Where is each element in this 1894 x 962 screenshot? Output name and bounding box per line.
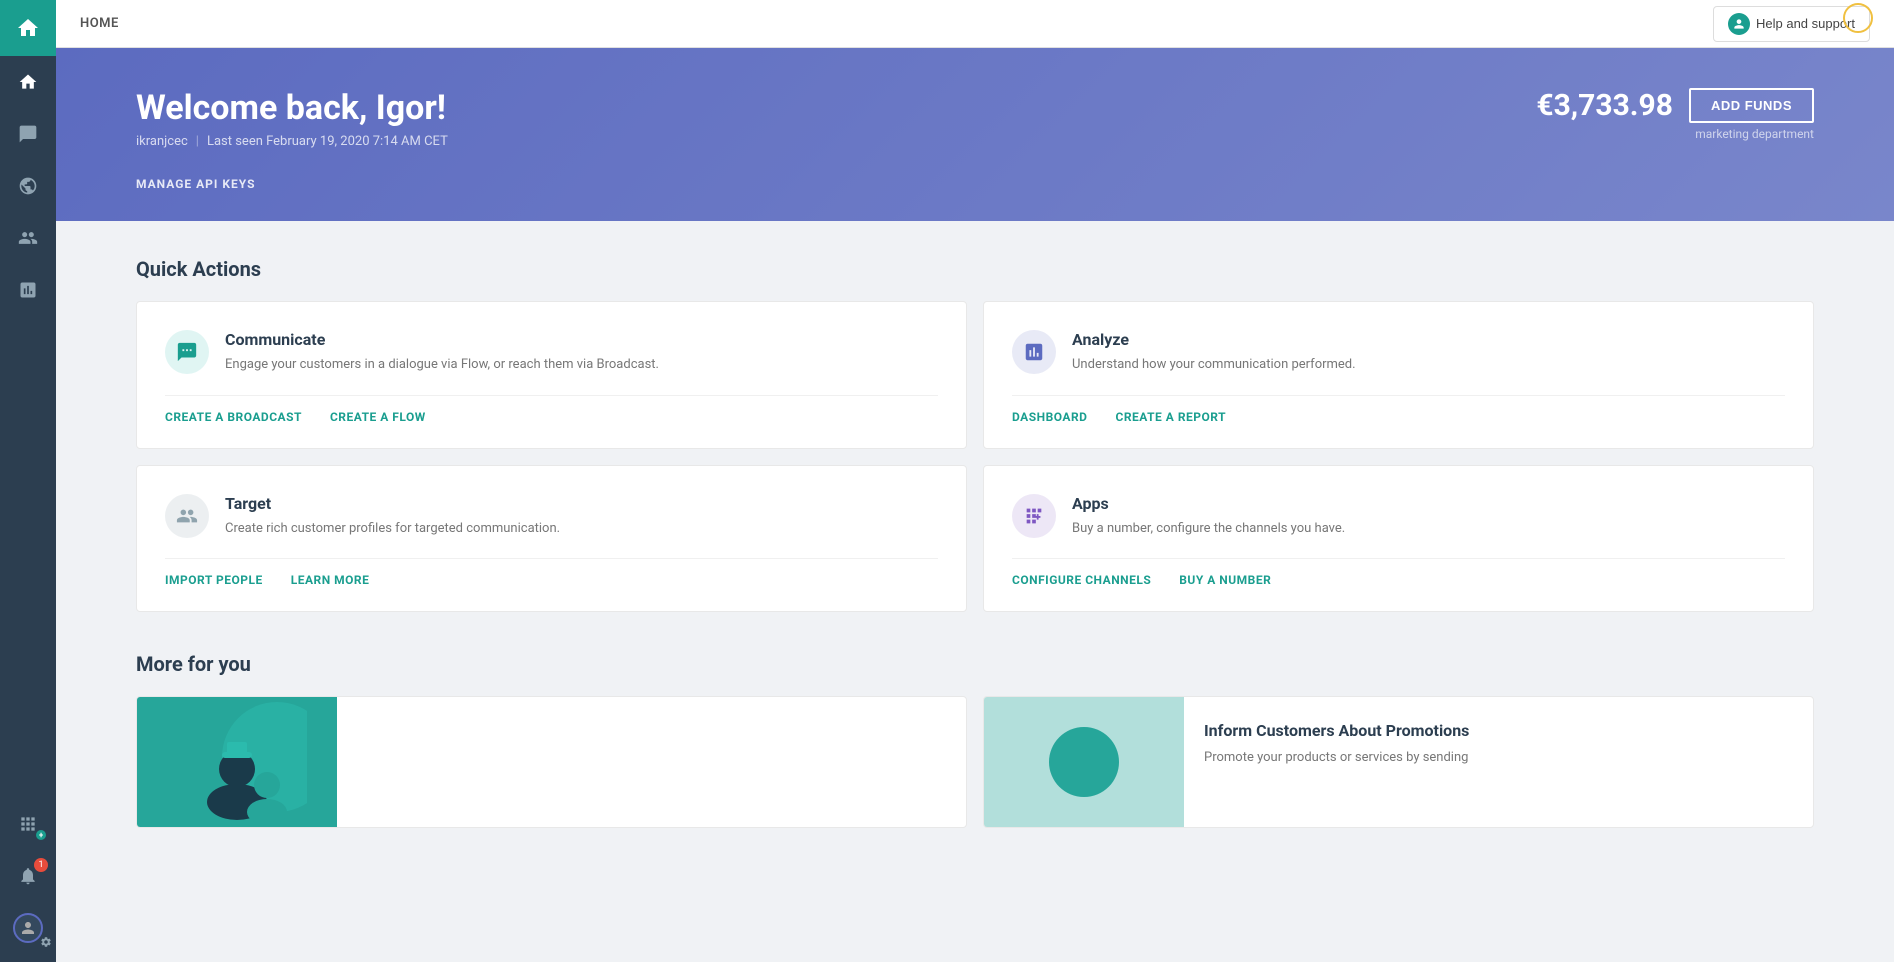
promotions-title: Inform Customers About Promotions xyxy=(1204,721,1793,740)
sidebar: + 1 xyxy=(0,0,56,962)
department-label: marketing department xyxy=(1695,127,1814,141)
buy-number-link[interactable]: BUY A NUMBER xyxy=(1179,573,1271,587)
sidebar-item-messages[interactable] xyxy=(0,108,56,160)
more-card-promotions-content: Inform Customers About Promotions Promot… xyxy=(1184,697,1813,827)
apps-desc: Buy a number, configure the channels you… xyxy=(1072,519,1345,539)
more-card-right-image xyxy=(984,697,1184,827)
sidebar-item-apps[interactable]: + xyxy=(0,798,56,850)
dashboard-link[interactable]: DASHBOARD xyxy=(1012,410,1087,424)
more-card-promotions: Inform Customers About Promotions Promot… xyxy=(983,696,1814,828)
communicate-icon xyxy=(165,330,209,374)
sidebar-item-analytics[interactable] xyxy=(0,264,56,316)
welcome-message: Welcome back, Igor! xyxy=(136,88,448,128)
configure-channels-link[interactable]: CONFIGURE CHANNELS xyxy=(1012,573,1151,587)
sidebar-logo[interactable] xyxy=(0,0,56,56)
create-broadcast-link[interactable]: CREATE A BROADCAST xyxy=(165,410,302,424)
apps-icon xyxy=(1012,494,1056,538)
more-card-left-content xyxy=(337,697,966,827)
analyze-desc: Understand how your communication perfor… xyxy=(1072,355,1356,375)
sidebar-item-notifications[interactable]: 1 xyxy=(0,850,56,902)
help-button-label: Help and support xyxy=(1756,16,1855,31)
target-desc: Create rich customer profiles for target… xyxy=(225,519,560,539)
add-funds-button[interactable]: ADD FUNDS xyxy=(1689,88,1814,123)
sidebar-item-globe[interactable] xyxy=(0,160,56,212)
main-content: HOME Help and support Welcome back, Igor… xyxy=(56,0,1894,962)
analyze-title: Analyze xyxy=(1072,330,1356,349)
last-seen: Last seen February 19, 2020 7:14 AM CET xyxy=(207,134,448,149)
topbar: HOME Help and support xyxy=(56,0,1894,48)
quick-actions-title: Quick Actions xyxy=(136,257,1814,281)
analyze-icon xyxy=(1012,330,1056,374)
analyze-card: Analyze Understand how your communicatio… xyxy=(983,301,1814,449)
promotions-desc: Promote your products or services by sen… xyxy=(1204,748,1793,768)
username: ikranjcec xyxy=(136,134,188,149)
more-card-left-image xyxy=(137,697,337,827)
target-card: Target Create rich customer profiles for… xyxy=(136,465,967,613)
more-for-you-title: More for you xyxy=(136,652,1814,676)
target-icon xyxy=(165,494,209,538)
page-content: Quick Actions Communicate Engage your cu… xyxy=(56,221,1894,962)
manage-api-keys-link[interactable]: MANAGE API KEYS xyxy=(136,177,1814,191)
learn-more-link[interactable]: LEARN MORE xyxy=(291,573,370,587)
quick-actions-grid: Communicate Engage your customers in a d… xyxy=(136,301,1814,612)
apps-title: Apps xyxy=(1072,494,1345,513)
communicate-card: Communicate Engage your customers in a d… xyxy=(136,301,967,449)
sidebar-item-home[interactable] xyxy=(0,56,56,108)
more-card-left xyxy=(136,696,967,828)
user-avatar xyxy=(1728,13,1750,35)
hero-section: Welcome back, Igor! ikranjcec | Last see… xyxy=(56,48,1894,221)
create-flow-link[interactable]: CREATE A FLOW xyxy=(330,410,426,424)
promo-circle-decoration xyxy=(1049,727,1119,797)
communicate-desc: Engage your customers in a dialogue via … xyxy=(225,355,659,375)
sidebar-item-profile[interactable] xyxy=(0,902,56,954)
page-title: HOME xyxy=(80,16,119,31)
help-support-button[interactable]: Help and support xyxy=(1713,6,1870,42)
apps-card: Apps Buy a number, configure the channel… xyxy=(983,465,1814,613)
target-title: Target xyxy=(225,494,560,513)
create-report-link[interactable]: CREATE A REPORT xyxy=(1115,410,1226,424)
account-balance: €3,733.98 xyxy=(1536,88,1673,123)
sidebar-item-people[interactable] xyxy=(0,212,56,264)
import-people-link[interactable]: IMPORT PEOPLE xyxy=(165,573,263,587)
more-for-you-grid: Inform Customers About Promotions Promot… xyxy=(136,696,1814,828)
communicate-title: Communicate xyxy=(225,330,659,349)
